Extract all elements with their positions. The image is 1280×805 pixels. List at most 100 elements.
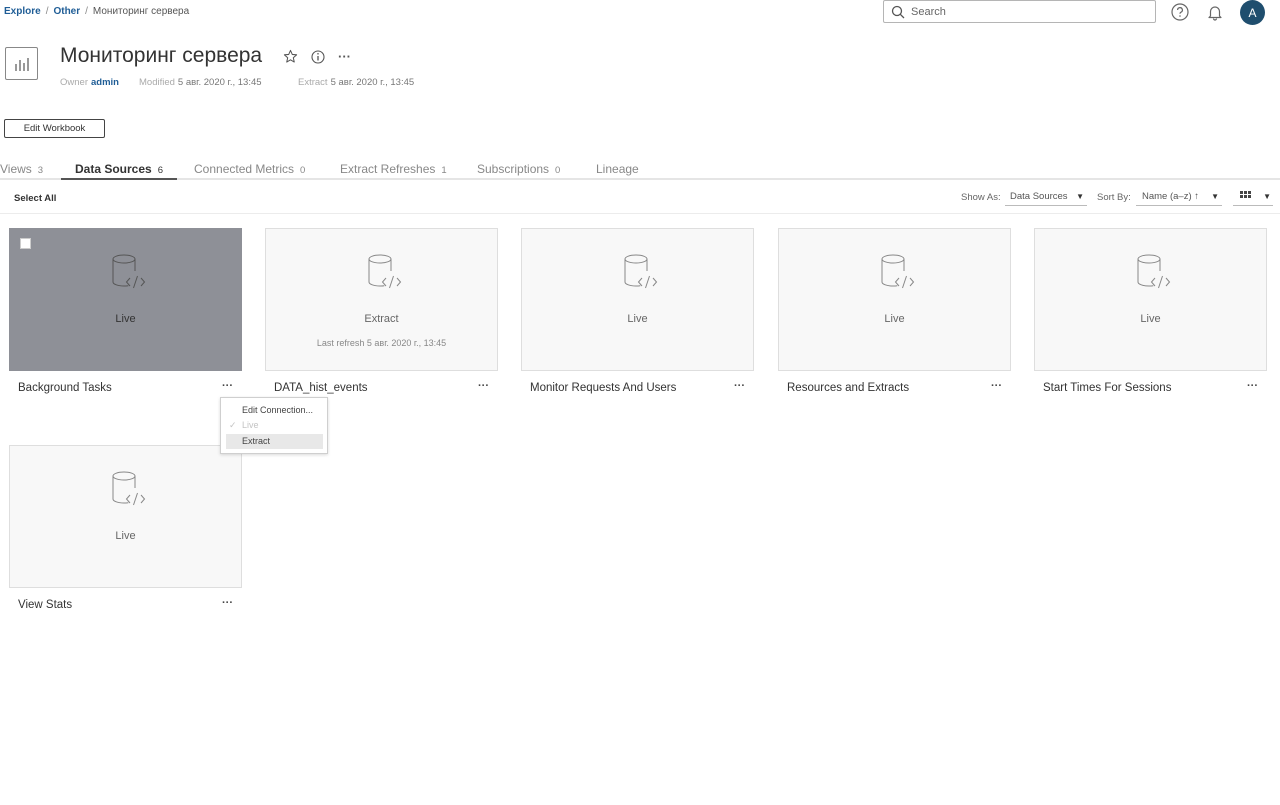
chevron-down-icon: ▼ xyxy=(1263,192,1271,201)
toolbar-divider xyxy=(0,213,1280,214)
card-name[interactable]: Start Times For Sessions xyxy=(1043,382,1171,394)
select-all-button[interactable]: Select All xyxy=(14,193,56,204)
sort-by-label: Sort By: xyxy=(1097,192,1131,203)
more-actions-icon[interactable]: ··· xyxy=(1247,380,1258,392)
breadcrumb-explore[interactable]: Explore xyxy=(4,6,41,17)
card-name[interactable]: View Stats xyxy=(18,599,72,611)
tab-label: Data Sources xyxy=(75,162,152,176)
modified-label: Modified xyxy=(139,77,175,88)
card-thumbnail[interactable]: Extract Last refresh 5 авг. 2020 г., 13:… xyxy=(265,228,498,371)
menu-item-live: ✓ Live xyxy=(226,418,323,433)
more-actions-icon[interactable]: ··· xyxy=(222,380,233,392)
more-actions-icon[interactable]: ··· xyxy=(338,49,351,64)
data-source-card[interactable]: Live Resources and Extracts ··· xyxy=(778,228,1011,394)
tab-lineage[interactable]: Lineage xyxy=(596,162,639,180)
tab-label: Connected Metrics xyxy=(194,162,295,176)
connection-type: Live xyxy=(627,313,648,325)
tab-extract-refreshes[interactable]: Extract Refreshes 1 xyxy=(340,162,447,180)
chevron-down-icon: ▼ xyxy=(1211,192,1219,201)
show-as-value: Data Sources xyxy=(1010,191,1068,202)
owner-meta: Owner admin xyxy=(60,77,119,88)
breadcrumb-current: Мониторинг сервера xyxy=(92,6,190,17)
connection-type: Live xyxy=(1140,313,1161,325)
info-icon[interactable] xyxy=(311,50,325,64)
tab-label: Lineage xyxy=(596,162,639,176)
help-icon[interactable] xyxy=(1171,3,1189,21)
card-checkbox[interactable] xyxy=(20,238,31,249)
tab-connected-metrics[interactable]: Connected Metrics 0 xyxy=(194,162,305,180)
card-thumbnail[interactable]: Live xyxy=(9,445,242,588)
owner-link[interactable]: admin xyxy=(91,77,119,88)
more-actions-icon[interactable]: ··· xyxy=(478,380,489,392)
card-thumbnail[interactable]: Live xyxy=(1034,228,1267,371)
menu-item-extract[interactable]: Extract xyxy=(226,434,323,449)
extract-value: 5 авг. 2020 г., 13:45 xyxy=(330,77,415,88)
tab-count: 1 xyxy=(441,165,447,176)
tab-data-sources[interactable]: Data Sources 6 xyxy=(61,162,177,180)
avatar[interactable]: A xyxy=(1240,0,1265,25)
connection-type: Live xyxy=(115,313,136,325)
page-title: Мониторинг сервера xyxy=(60,44,263,67)
grid-view-icon xyxy=(1240,191,1251,198)
menu-item-label: Live xyxy=(242,420,259,430)
data-source-card[interactable]: Extract Last refresh 5 авг. 2020 г., 13:… xyxy=(265,228,498,394)
tab-views[interactable]: Views 3 xyxy=(0,162,43,180)
more-actions-icon[interactable]: ··· xyxy=(222,597,233,609)
search-icon xyxy=(891,5,905,18)
card-name[interactable]: Resources and Extracts xyxy=(787,382,909,394)
show-as-label: Show As: xyxy=(961,192,1001,203)
tab-subscriptions[interactable]: Subscriptions 0 xyxy=(477,162,560,180)
context-menu: Edit Connection... ✓ Live Extract xyxy=(220,397,328,454)
database-icon xyxy=(112,254,146,289)
view-mode-dropdown[interactable]: ▼ xyxy=(1233,188,1273,206)
connection-type: Extract xyxy=(364,313,399,325)
connection-type: Live xyxy=(115,530,136,542)
more-actions-icon[interactable]: ··· xyxy=(991,380,1002,392)
data-source-card[interactable]: Live Monitor Requests And Users ··· xyxy=(521,228,754,394)
checkmark-icon: ✓ xyxy=(229,420,237,430)
data-source-card[interactable]: Live View Stats ··· xyxy=(9,445,242,611)
card-thumbnail[interactable]: Live xyxy=(521,228,754,371)
card-thumbnail[interactable]: Live xyxy=(778,228,1011,371)
tab-count: 0 xyxy=(555,165,561,176)
tab-bar: Views 3 Data Sources 6 Connected Metrics 0 … xyxy=(0,160,1280,180)
card-thumbnail[interactable]: Live xyxy=(9,228,242,371)
breadcrumb: Explore / Other / Мониторинг сервера xyxy=(4,6,189,17)
extract-meta: Extract 5 авг. 2020 г., 13:45 xyxy=(298,77,414,88)
card-name[interactable]: Monitor Requests And Users xyxy=(530,382,676,394)
more-actions-icon[interactable]: ··· xyxy=(734,380,745,392)
owner-label: Owner xyxy=(60,77,88,88)
modified-value: 5 авг. 2020 г., 13:45 xyxy=(177,77,262,88)
sort-by-value: Name (a–z) ↑ xyxy=(1142,191,1200,202)
breadcrumb-separator: / xyxy=(45,6,49,17)
tab-count: 0 xyxy=(300,165,306,176)
tab-label: Subscriptions xyxy=(477,162,550,176)
tab-count: 3 xyxy=(37,165,44,176)
last-refresh: Last refresh 5 авг. 2020 г., 13:45 xyxy=(316,338,447,348)
search-input[interactable] xyxy=(911,5,1141,18)
search-box[interactable] xyxy=(883,0,1156,23)
edit-workbook-button[interactable]: Edit Workbook xyxy=(4,119,105,138)
database-icon xyxy=(112,471,146,506)
tab-label: Views xyxy=(0,162,32,176)
sort-by-dropdown[interactable]: Name (a–z) ↑ ▼ xyxy=(1136,188,1222,206)
breadcrumb-other[interactable]: Other xyxy=(53,6,80,17)
database-icon xyxy=(624,254,658,289)
card-name[interactable]: Background Tasks xyxy=(18,382,112,394)
database-icon xyxy=(881,254,915,289)
database-icon xyxy=(1137,254,1171,289)
card-name[interactable]: DATA_hist_events xyxy=(274,382,368,394)
menu-item-edit-connection[interactable]: Edit Connection... xyxy=(226,403,323,418)
connection-type: Live xyxy=(884,313,905,325)
bar-chart-icon xyxy=(14,57,29,71)
breadcrumb-separator: / xyxy=(85,6,88,17)
data-source-card[interactable]: Live Background Tasks ··· xyxy=(9,228,242,394)
extract-label: Extract xyxy=(298,77,328,88)
show-as-dropdown[interactable]: Data Sources ▼ xyxy=(1005,188,1087,206)
star-icon[interactable] xyxy=(283,49,298,64)
modified-meta: Modified 5 авг. 2020 г., 13:45 xyxy=(139,77,262,88)
data-source-card[interactable]: Live Start Times For Sessions ··· xyxy=(1034,228,1267,394)
chevron-down-icon: ▼ xyxy=(1076,192,1084,201)
tab-label: Extract Refreshes xyxy=(340,162,436,176)
bell-icon[interactable] xyxy=(1206,3,1224,21)
